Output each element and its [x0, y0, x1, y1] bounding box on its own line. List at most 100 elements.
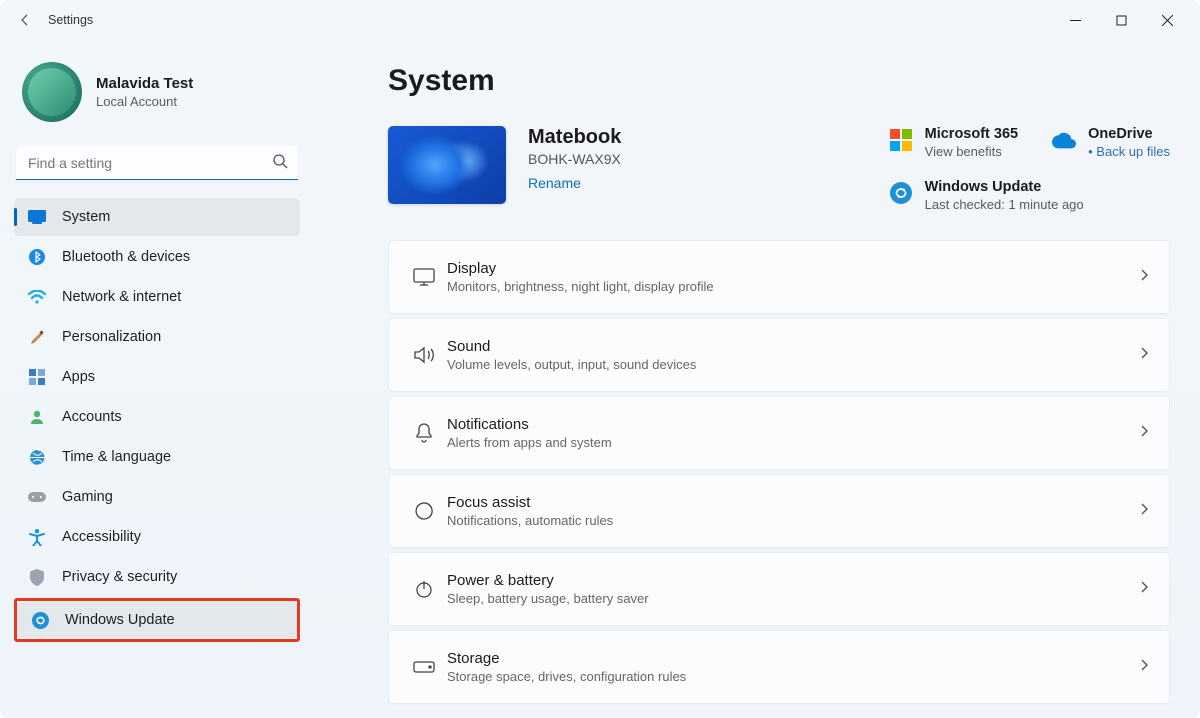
nav: System Bluetooth & devices Network & int… — [14, 198, 300, 642]
setting-subtitle: Storage space, drives, configuration rul… — [447, 669, 686, 684]
apps-icon — [28, 368, 46, 386]
setting-subtitle: Volume levels, output, input, sound devi… — [447, 357, 696, 372]
sidebar-item-label: Personalization — [62, 329, 161, 345]
promo-microsoft-365[interactable]: Microsoft 365 View benefits — [889, 126, 1018, 159]
arrow-left-icon — [17, 12, 33, 28]
sidebar-item-network[interactable]: Network & internet — [14, 278, 300, 316]
search-input[interactable] — [16, 146, 298, 180]
search-field[interactable] — [16, 146, 298, 180]
display-icon — [407, 268, 441, 286]
search-icon — [272, 153, 288, 174]
sidebar-item-label: Bluetooth & devices — [62, 249, 190, 265]
sidebar-item-privacy[interactable]: Privacy & security — [14, 558, 300, 596]
setting-sound[interactable]: Sound Volume levels, output, input, soun… — [388, 318, 1170, 392]
close-button[interactable] — [1144, 4, 1190, 36]
device-name: Matebook — [528, 126, 621, 149]
setting-notifications[interactable]: Notifications Alerts from apps and syste… — [388, 396, 1170, 470]
content: Malavida Test Local Account System Bluet… — [0, 40, 1200, 718]
page-title: System — [388, 64, 1170, 98]
settings-list: Display Monitors, brightness, night ligh… — [388, 240, 1170, 704]
promo-onedrive[interactable]: OneDrive Back up files — [1052, 126, 1170, 159]
sidebar-item-label: Gaming — [62, 489, 113, 505]
setting-storage[interactable]: Storage Storage space, drives, configura… — [388, 630, 1170, 704]
setting-focus-assist[interactable]: Focus assist Notifications, automatic ru… — [388, 474, 1170, 548]
sidebar-item-accounts[interactable]: Accounts — [14, 398, 300, 436]
chevron-right-icon — [1139, 268, 1149, 287]
main: System Matebook BOHK-WAX9X Rename Micros… — [314, 40, 1200, 718]
shield-icon — [28, 568, 46, 586]
window-title: Settings — [48, 13, 93, 27]
sidebar-item-label: Accessibility — [62, 529, 141, 545]
chevron-right-icon — [1139, 580, 1149, 599]
setting-subtitle: Monitors, brightness, night light, displ… — [447, 279, 714, 294]
person-icon — [28, 408, 46, 426]
settings-window: Settings Malavida Test Local Account — [0, 0, 1200, 718]
bluetooth-icon — [28, 248, 46, 266]
promo-title: Windows Update — [925, 179, 1084, 195]
accessibility-icon — [28, 528, 46, 546]
sidebar-item-apps[interactable]: Apps — [14, 358, 300, 396]
sidebar-item-bluetooth[interactable]: Bluetooth & devices — [14, 238, 300, 276]
update-icon — [31, 611, 49, 629]
gamepad-icon — [28, 488, 46, 506]
microsoft-logo-icon — [889, 128, 913, 152]
moon-icon — [407, 502, 441, 520]
back-button[interactable] — [10, 5, 40, 35]
profile-block[interactable]: Malavida Test Local Account — [14, 40, 300, 146]
setting-subtitle: Sleep, battery usage, battery saver — [447, 591, 649, 606]
storage-icon — [407, 661, 441, 673]
promo-title: Microsoft 365 — [925, 126, 1018, 142]
sidebar-item-accessibility[interactable]: Accessibility — [14, 518, 300, 556]
sidebar-item-label: Network & internet — [62, 289, 181, 305]
sidebar-item-label: Windows Update — [65, 612, 175, 628]
setting-subtitle: Notifications, automatic rules — [447, 513, 613, 528]
maximize-button[interactable] — [1098, 4, 1144, 36]
sidebar-item-label: Privacy & security — [62, 569, 177, 585]
setting-title: Storage — [447, 650, 686, 667]
setting-title: Focus assist — [447, 494, 613, 511]
avatar — [22, 62, 82, 122]
setting-title: Notifications — [447, 416, 612, 433]
promo-title: OneDrive — [1088, 126, 1170, 142]
titlebar: Settings — [0, 0, 1200, 40]
hero-promos: Microsoft 365 View benefits OneDrive Bac… — [889, 126, 1170, 212]
window-controls — [1052, 4, 1190, 36]
setting-title: Display — [447, 260, 714, 277]
sidebar-item-time[interactable]: Time & language — [14, 438, 300, 476]
setting-title: Power & battery — [447, 572, 649, 589]
sidebar-item-system[interactable]: System — [14, 198, 300, 236]
sidebar-item-gaming[interactable]: Gaming — [14, 478, 300, 516]
bell-icon — [407, 423, 441, 443]
chevron-right-icon — [1139, 502, 1149, 521]
sidebar-item-windows-update[interactable]: Windows Update — [17, 601, 297, 639]
sidebar-item-label: Time & language — [62, 449, 171, 465]
sidebar-item-label: Accounts — [62, 409, 122, 425]
hero-row: Matebook BOHK-WAX9X Rename Microsoft 365… — [388, 126, 1170, 212]
update-icon — [889, 181, 913, 205]
highlight-windows-update: Windows Update — [14, 598, 300, 642]
sidebar-item-label: System — [62, 209, 110, 225]
setting-power[interactable]: Power & battery Sleep, battery usage, ba… — [388, 552, 1170, 626]
paintbrush-icon — [28, 328, 46, 346]
globe-clock-icon — [28, 448, 46, 466]
sidebar-item-label: Apps — [62, 369, 95, 385]
device-thumbnail — [388, 126, 506, 204]
setting-subtitle: Alerts from apps and system — [447, 435, 612, 450]
device-model: BOHK-WAX9X — [528, 151, 621, 167]
device-info: Matebook BOHK-WAX9X Rename — [528, 126, 621, 193]
sidebar: Malavida Test Local Account System Bluet… — [0, 40, 314, 718]
setting-display[interactable]: Display Monitors, brightness, night ligh… — [388, 240, 1170, 314]
maximize-icon — [1116, 15, 1127, 26]
profile-subtitle: Local Account — [96, 94, 193, 109]
system-icon — [28, 208, 46, 226]
minimize-button[interactable] — [1052, 4, 1098, 36]
close-icon — [1162, 15, 1173, 26]
promo-subtitle: Last checked: 1 minute ago — [925, 197, 1084, 212]
wifi-icon — [28, 288, 46, 306]
sidebar-item-personalization[interactable]: Personalization — [14, 318, 300, 356]
promo-windows-update[interactable]: Windows Update Last checked: 1 minute ag… — [889, 179, 1170, 212]
chevron-right-icon — [1139, 658, 1149, 677]
profile-name: Malavida Test — [96, 75, 193, 92]
rename-link[interactable]: Rename — [528, 175, 581, 191]
promo-subtitle: View benefits — [925, 144, 1018, 159]
